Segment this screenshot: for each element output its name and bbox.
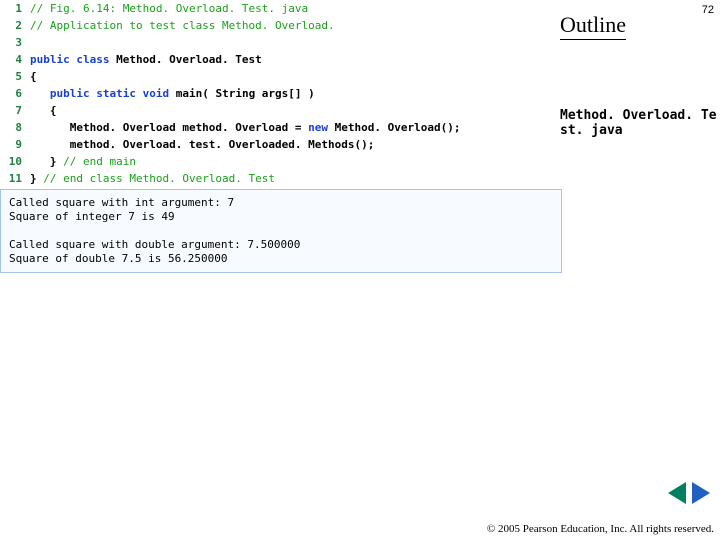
line-number: 3 bbox=[0, 34, 30, 51]
prev-arrow-icon[interactable] bbox=[668, 482, 686, 504]
line-content: { bbox=[30, 68, 37, 85]
line-number: 11 bbox=[0, 170, 30, 187]
nav-arrows bbox=[668, 482, 710, 504]
sidebar: 72 Outline Method. Overload. Te st. java bbox=[560, 0, 720, 540]
line-number: 7 bbox=[0, 102, 30, 119]
copyright-text: © 2005 Pearson Education, Inc. All right… bbox=[487, 523, 714, 536]
line-number: 9 bbox=[0, 136, 30, 153]
code-line: 2// Application to test class Method. Ov… bbox=[0, 17, 560, 34]
line-content: } // end main bbox=[30, 153, 136, 170]
line-number: 6 bbox=[0, 85, 30, 102]
line-number: 4 bbox=[0, 51, 30, 68]
line-number: 5 bbox=[0, 68, 30, 85]
line-content: method. Overload. test. Overloaded. Meth… bbox=[30, 136, 374, 153]
line-content: { bbox=[30, 102, 57, 119]
code-line: 1// Fig. 6.14: Method. Overload. Test. j… bbox=[0, 0, 560, 17]
line-content: public static void main( String args[] ) bbox=[30, 85, 315, 102]
code-line: 10 } // end main bbox=[0, 153, 560, 170]
line-content: // Fig. 6.14: Method. Overload. Test. ja… bbox=[30, 0, 308, 17]
code-line: 9 method. Overload. test. Overloaded. Me… bbox=[0, 136, 560, 153]
code-listing: 1// Fig. 6.14: Method. Overload. Test. j… bbox=[0, 0, 560, 187]
line-content: Method. Overload method. Overload = new … bbox=[30, 119, 461, 136]
outline-heading: Outline bbox=[560, 12, 626, 40]
next-arrow-icon[interactable] bbox=[692, 482, 710, 504]
line-number: 8 bbox=[0, 119, 30, 136]
line-content: public class Method. Overload. Test bbox=[30, 51, 262, 68]
line-content: // Application to test class Method. Ove… bbox=[30, 17, 335, 34]
code-line: 8 Method. Overload method. Overload = ne… bbox=[0, 119, 560, 136]
code-line: 4public class Method. Overload. Test bbox=[0, 51, 560, 68]
line-content: } // end class Method. Overload. Test bbox=[30, 170, 275, 187]
code-line: 5{ bbox=[0, 68, 560, 85]
file-label: Method. Overload. Te st. java bbox=[560, 108, 720, 138]
line-number: 1 bbox=[0, 0, 30, 17]
code-area: 1// Fig. 6.14: Method. Overload. Test. j… bbox=[0, 0, 560, 273]
code-line: 11} // end class Method. Overload. Test bbox=[0, 170, 560, 187]
page-number: 72 bbox=[702, 4, 714, 16]
line-number: 10 bbox=[0, 153, 30, 170]
line-number: 2 bbox=[0, 17, 30, 34]
code-line: 3 bbox=[0, 34, 560, 51]
output-box: Called square with int argument: 7 Squar… bbox=[0, 189, 562, 273]
code-line: 7 { bbox=[0, 102, 560, 119]
code-line: 6 public static void main( String args[]… bbox=[0, 85, 560, 102]
slide: 1// Fig. 6.14: Method. Overload. Test. j… bbox=[0, 0, 720, 540]
